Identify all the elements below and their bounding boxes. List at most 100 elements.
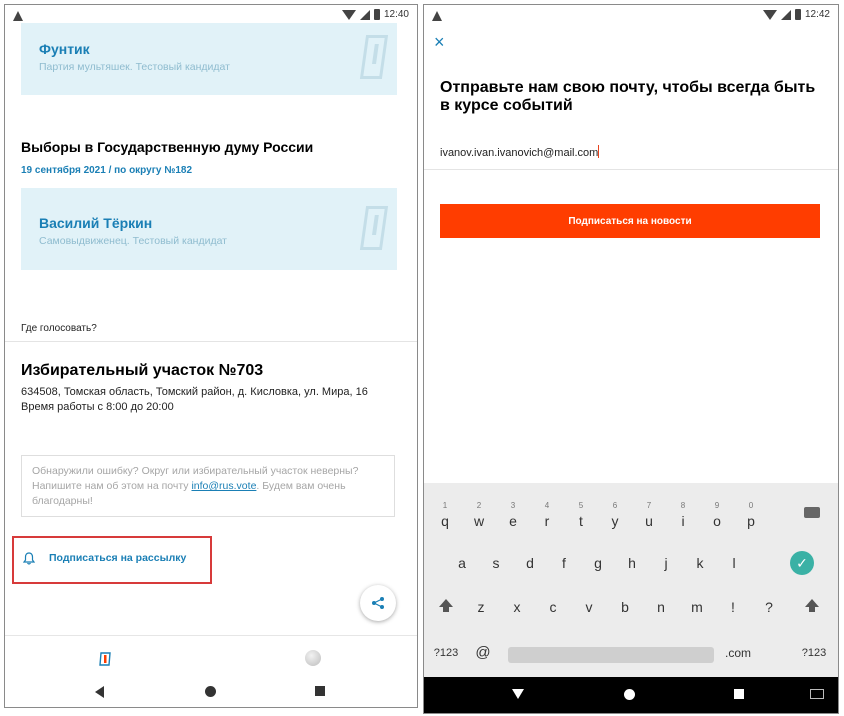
key-exclamation[interactable]: ! <box>716 589 750 625</box>
candidate-card[interactable]: Фунтик Партия мультяшек. Тестовый кандид… <box>21 23 397 95</box>
status-time: 12:42 <box>804 9 830 20</box>
key-o[interactable]: 9o <box>700 501 734 539</box>
globe-icon[interactable] <box>305 650 321 666</box>
share-button[interactable] <box>360 585 396 621</box>
polling-station-title: Избирательный участок №703 <box>21 362 264 379</box>
back-icon[interactable] <box>95 686 104 698</box>
key-k[interactable]: k <box>683 545 717 581</box>
left-phone-screen: 12:40 Фунтик Партия мультяшек. Тестовый … <box>4 4 418 708</box>
key-b[interactable]: b <box>608 589 642 625</box>
key-h[interactable]: h <box>615 545 649 581</box>
key-question[interactable]: ? <box>752 589 786 625</box>
key-f[interactable]: f <box>547 545 581 581</box>
key-s[interactable]: s <box>479 545 513 581</box>
candidate-name: Фунтик <box>39 41 90 57</box>
status-bar: 12:42 <box>424 5 838 29</box>
key-e[interactable]: 3e <box>496 501 530 539</box>
key-hint: 8 <box>680 501 686 510</box>
keyboard-switch-icon[interactable] <box>810 689 824 699</box>
key-d[interactable]: d <box>513 545 547 581</box>
battery-icon <box>373 9 380 20</box>
key-hint: 9 <box>714 501 720 510</box>
at-key[interactable]: @ <box>466 635 500 671</box>
polling-station-address: 634508, Томская область, Томский район, … <box>21 386 368 398</box>
key-hint: 6 <box>612 501 618 510</box>
symbols-key[interactable]: ?123 <box>426 635 466 671</box>
backspace-key[interactable] <box>804 507 820 518</box>
key-q[interactable]: 1q <box>428 501 462 539</box>
key-hint: 4 <box>544 501 550 510</box>
key-hint: 0 <box>748 501 754 510</box>
space-key[interactable] <box>508 647 714 663</box>
status-time: 12:40 <box>383 9 409 20</box>
error-notice: Обнаружили ошибку? Округ или избирательн… <box>21 455 395 517</box>
key-p[interactable]: 0p <box>734 501 768 539</box>
key-hint: 3 <box>510 501 516 510</box>
key-j[interactable]: j <box>649 545 683 581</box>
candidate-card[interactable]: Василий Тёркин Самовыдвиженец. Тестовый … <box>21 188 397 270</box>
shift-key-right[interactable] <box>805 599 819 612</box>
signal-icon <box>780 9 791 20</box>
election-date: 19 сентября 2021 / по округу №182 <box>21 165 193 176</box>
keyboard-row-1: 1q2w3e4r5t6y7u8i9o0p <box>424 497 838 533</box>
key-w[interactable]: 2w <box>462 501 496 539</box>
subscribe-title: Отправьте нам свою почту, чтобы всегда б… <box>440 79 816 114</box>
app-logo-icon[interactable] <box>99 652 111 666</box>
key-t[interactable]: 5t <box>564 501 598 539</box>
key-c[interactable]: c <box>536 589 570 625</box>
key-a[interactable]: a <box>445 545 479 581</box>
onscreen-keyboard: 1q2w3e4r5t6y7u8i9o0p ✓ asdfghjkl zxcvbnm… <box>424 483 838 679</box>
wifi-icon <box>341 9 356 20</box>
keyboard-row-4: ?123 @ .com ?123 <box>424 635 838 671</box>
key-l[interactable]: l <box>717 545 751 581</box>
key-x[interactable]: x <box>500 589 534 625</box>
input-underline <box>424 169 838 170</box>
close-icon[interactable]: × <box>434 33 445 51</box>
key-v[interactable]: v <box>572 589 606 625</box>
share-icon <box>372 597 384 609</box>
candidate-description: Партия мультяшек. Тестовый кандидат <box>39 61 230 73</box>
key-hint: 2 <box>476 501 482 510</box>
system-nav-bar <box>424 677 838 713</box>
where-to-vote-label: Где голосовать? <box>21 323 97 334</box>
key-r[interactable]: 4r <box>530 501 564 539</box>
signal-icon <box>359 9 370 20</box>
enter-key[interactable]: ✓ <box>790 551 814 575</box>
keyboard-row-3: z x c v b n m!? <box>424 589 838 625</box>
polling-station-hours: Время работы с 8:00 до 20:00 <box>21 401 174 413</box>
support-email-link[interactable]: info@rus.vote <box>191 480 256 492</box>
right-phone-screen: 12:42 × Отправьте нам свою почту, чтобы … <box>423 4 839 714</box>
key-u[interactable]: 7u <box>632 501 666 539</box>
subscribe-news-button[interactable]: Подписаться на новости <box>440 204 820 238</box>
wifi-icon <box>762 9 777 20</box>
candidate-name: Василий Тёркин <box>39 215 153 231</box>
dotcom-key[interactable]: .com <box>718 635 758 671</box>
key-g[interactable]: g <box>581 545 615 581</box>
shift-key-left[interactable] <box>439 599 453 612</box>
key-m[interactable]: m <box>680 589 714 625</box>
divider <box>5 341 417 342</box>
system-nav-bar <box>5 677 417 707</box>
text-caret <box>598 145 600 158</box>
key-y[interactable]: 6y <box>598 501 632 539</box>
back-icon[interactable] <box>512 689 524 699</box>
candidate-description: Самовыдвиженец. Тестовый кандидат <box>39 235 227 247</box>
subscribe-button[interactable]: Подписаться на рассылку <box>49 552 186 564</box>
notification-icon <box>432 11 442 21</box>
key-hint: 5 <box>578 501 584 510</box>
recent-apps-icon[interactable] <box>315 686 325 696</box>
key-i[interactable]: 8i <box>666 501 700 539</box>
key-hint: 7 <box>646 501 652 510</box>
email-field[interactable]: ivanov.ivan.ivanovich@mail.com <box>440 145 600 159</box>
key-hint: 1 <box>442 501 448 510</box>
key-n[interactable]: n <box>644 589 678 625</box>
battery-icon <box>794 9 801 20</box>
home-icon[interactable] <box>205 686 216 697</box>
key-z[interactable]: z <box>464 589 498 625</box>
recent-apps-icon[interactable] <box>734 689 744 699</box>
home-icon[interactable] <box>624 689 635 700</box>
notification-icon <box>13 11 23 21</box>
watermark-logo-icon <box>359 206 389 250</box>
bottom-tab-bar <box>5 635 417 679</box>
symbols-key-right[interactable]: ?123 <box>794 635 834 671</box>
